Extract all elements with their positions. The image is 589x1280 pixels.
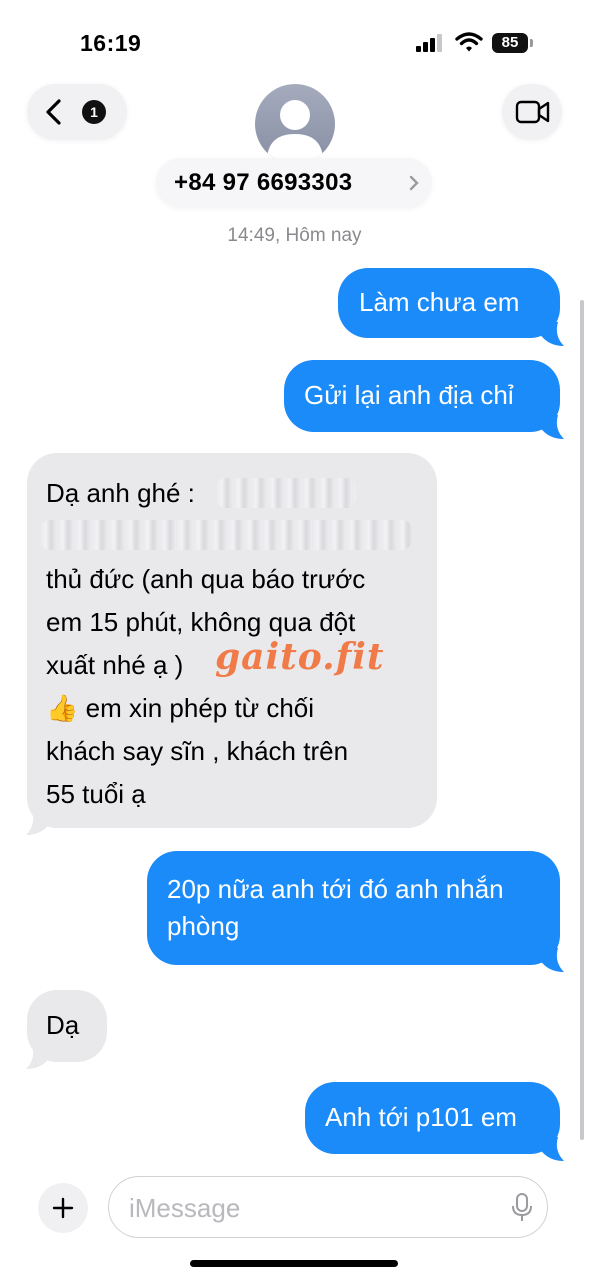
chevron-left-icon (46, 99, 61, 125)
message-line: em xin phép từ chối (85, 693, 315, 723)
facetime-video-button[interactable] (502, 84, 562, 140)
watermark: gaito.fit (215, 636, 385, 678)
message-text: Làm chưa em (359, 287, 520, 317)
battery-level: 85 (492, 33, 528, 53)
sent-message-bubble[interactable]: Gửi lại anh địa chỉ (284, 360, 560, 432)
thumbs-up-emoji: 👍 (46, 693, 79, 723)
bubble-tail (26, 1045, 50, 1069)
contact-number: +84 97 6693303 (174, 169, 353, 196)
input-placeholder: iMessage (129, 1193, 241, 1223)
cellular-signal-icon (416, 34, 442, 52)
message-text: Dạ (46, 1010, 80, 1040)
plus-icon (52, 1197, 74, 1219)
bubble-tail (26, 811, 50, 835)
message-line: 20p nữa anh tới đó anh nhắn (167, 874, 504, 904)
bubble-tail (540, 1137, 564, 1161)
bubble-tail (540, 948, 564, 972)
status-time: 16:19 (80, 30, 142, 56)
status-bar: 16:19 85 (0, 0, 589, 80)
message-line: thủ đức (anh qua báo trước (46, 564, 366, 594)
imessage-input[interactable]: iMessage (108, 1176, 548, 1238)
contact-name-button[interactable]: +84 97 6693303 (156, 158, 432, 208)
battery-icon: 85 (492, 33, 534, 53)
message-text: Gửi lại anh địa chỉ (304, 380, 514, 410)
message-line: khách say sĩn , khách trên (46, 736, 349, 766)
back-button[interactable]: 1 (27, 84, 127, 140)
message-text: Anh tới p101 em (325, 1102, 517, 1132)
redaction-blur (216, 478, 356, 508)
sent-message-bubble[interactable]: Làm chưa em (338, 268, 560, 338)
sent-message-bubble[interactable]: 20p nữa anh tới đó anh nhắn phòng (147, 851, 560, 965)
video-camera-icon (515, 100, 550, 124)
microphone-icon[interactable] (511, 1193, 533, 1223)
message-line: 55 tuổi ạ (46, 779, 146, 809)
sent-message-bubble[interactable]: Anh tới p101 em (305, 1082, 560, 1154)
wifi-icon (455, 32, 483, 52)
redaction-blur (40, 520, 412, 550)
unread-count-badge: 1 (82, 100, 106, 124)
bubble-tail (540, 415, 564, 439)
apps-plus-button[interactable] (38, 1183, 88, 1233)
message-line: phòng (167, 911, 240, 941)
scrollbar[interactable] (580, 300, 584, 1140)
contact-avatar[interactable] (255, 84, 335, 164)
chevron-right-icon (409, 175, 419, 191)
home-indicator[interactable] (190, 1260, 398, 1267)
person-icon (267, 100, 323, 158)
thread-timestamp: 14:49, Hôm nay (227, 225, 362, 246)
bubble-tail (540, 322, 564, 346)
